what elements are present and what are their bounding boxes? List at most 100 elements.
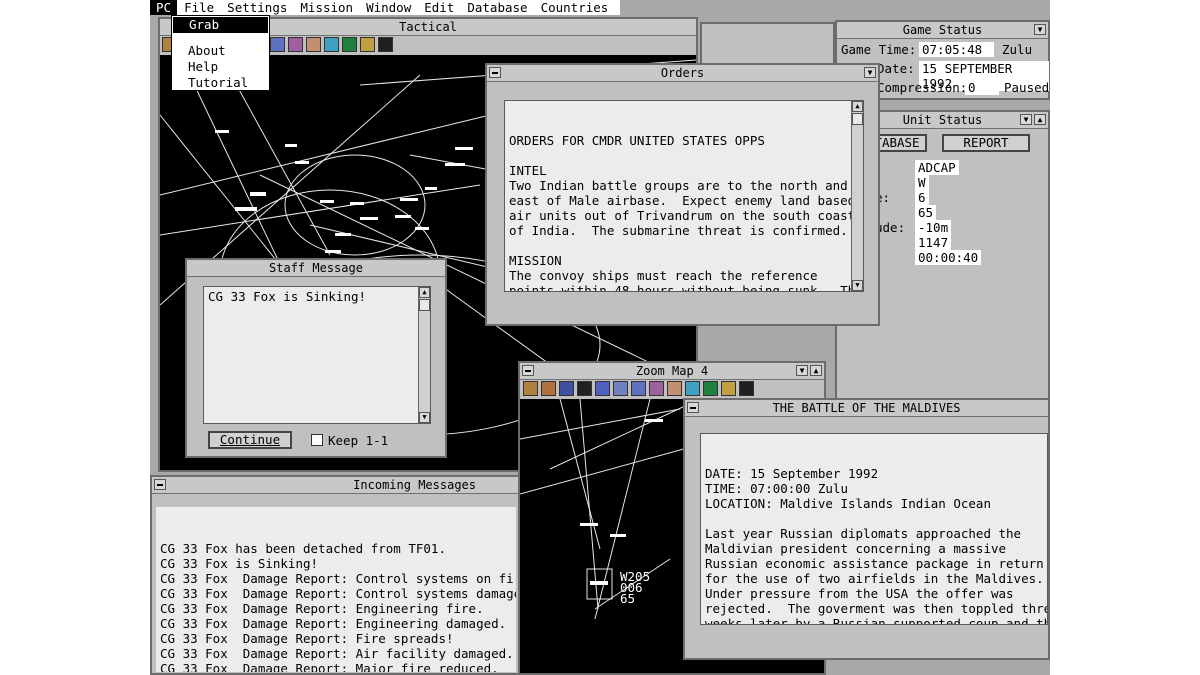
scroll-thumb[interactable] — [419, 299, 430, 311]
scroll-up-icon[interactable]: ▲ — [419, 287, 430, 298]
aircraft-icon[interactable] — [324, 37, 339, 52]
orders-line: The convoy ships must reach the referenc… — [509, 268, 818, 283]
time-zone: Zulu — [1002, 42, 1033, 57]
unit-value-6: 1147 — [915, 235, 952, 250]
zoom-map-title: Zoom Map 4 — [635, 364, 709, 378]
incoming-message-item: CG 33 Fox Damage Report: Control systems… — [160, 571, 516, 586]
unit-value-weapon: ADCAP — [915, 160, 959, 175]
incoming-title-bar[interactable]: Incoming Messages — [152, 477, 518, 494]
continue-button[interactable]: Continue — [208, 431, 292, 449]
menu-item-tutorial[interactable]: Tutorial — [172, 75, 269, 91]
menu-edit[interactable]: Edit — [418, 0, 460, 15]
center-icon[interactable] — [577, 381, 592, 396]
battle-text-line: rejected. The goverment was then toppled… — [705, 601, 1048, 616]
menu-pc[interactable]: PC — [150, 0, 178, 15]
bars-icon[interactable] — [360, 37, 375, 52]
chevron-down-icon[interactable]: ▼ — [796, 365, 808, 376]
unit-icon[interactable] — [306, 37, 321, 52]
battle-text-line: Russian economic assistance package in r… — [705, 556, 1044, 571]
game-time-value: 07:05:48 — [919, 42, 994, 57]
menu-settings[interactable]: Settings — [221, 0, 293, 15]
incoming-message-item: CG 33 Fox has been detached from TF01. — [160, 541, 446, 556]
battle-text-line: TIME: 07:00:00 Zulu — [705, 481, 848, 496]
orders-line: Two Indian battle groups are to the nort… — [509, 178, 848, 193]
incoming-message-item: CG 33 Fox Damage Report: Engineering dam… — [160, 616, 507, 631]
battle-text-line: for the use of two airfields in the Mald… — [705, 571, 1044, 586]
compression-value[interactable]: 0 — [965, 80, 999, 95]
staff-message-title: Staff Message — [269, 261, 363, 275]
system-menu-icon[interactable] — [154, 479, 166, 490]
game-time-label: Game Time: — [841, 42, 917, 57]
system-menu-icon[interactable] — [489, 67, 501, 78]
zoom-map-toolbar — [520, 380, 824, 398]
orders-line: east of Male airbase. Expect enemy land … — [509, 193, 856, 208]
layer-icon[interactable] — [270, 37, 285, 52]
incoming-message-item: CG 33 Fox is Sinking! — [160, 556, 319, 571]
unit-status-title: Unit Status — [902, 113, 983, 127]
system-menu-icon[interactable] — [522, 365, 534, 376]
scroll-thumb[interactable] — [852, 113, 863, 125]
scroll-down-icon[interactable]: ▼ — [852, 280, 863, 291]
menu-item-grab-screen[interactable]: Grab Screen — [173, 17, 268, 48]
tactical-title: Tactical — [399, 20, 457, 34]
paused-state: Paused — [1004, 80, 1050, 95]
chevron-down-icon[interactable]: ▼ — [864, 67, 876, 78]
game-status-title-bar[interactable]: Game Status — [837, 22, 1048, 39]
layer-icon[interactable] — [631, 381, 646, 396]
diamond-icon[interactable] — [378, 37, 393, 52]
report-button[interactable]: REPORT — [942, 134, 1030, 152]
game-status-title: Game Status — [902, 23, 983, 37]
battle-text-line: LOCATION: Maldive Islands Indian Ocean — [705, 496, 991, 511]
mask-icon[interactable] — [649, 381, 664, 396]
menu-item-help[interactable]: Help — [172, 59, 269, 75]
menu-window[interactable]: Window — [360, 0, 417, 15]
chevron-down-icon[interactable]: ▼ — [1034, 24, 1046, 35]
orders-line: of India. The submarine threat is confir… — [509, 223, 848, 238]
orders-line: INTEL — [509, 163, 547, 178]
battle-title: THE BATTLE OF THE MALDIVES — [772, 401, 961, 415]
scroll-down-icon[interactable]: ▼ — [419, 412, 430, 423]
menu-countries[interactable]: Countries — [535, 0, 615, 15]
incoming-message-item: CG 33 Fox Damage Report: Fire spreads! — [160, 631, 454, 646]
mask-icon[interactable] — [288, 37, 303, 52]
range-icon[interactable] — [613, 381, 628, 396]
compression-label: Compression: — [877, 80, 968, 95]
orders-title-bar[interactable]: Orders — [487, 65, 878, 82]
battle-text-line: Under pressure from the USA the offer wa… — [705, 586, 1014, 601]
magnify-icon[interactable] — [559, 381, 574, 396]
staff-message-panel: CG 33 Fox is Sinking! — [203, 286, 431, 424]
menu-mission[interactable]: Mission — [294, 0, 359, 15]
date-label: Date: — [877, 61, 915, 76]
battle-title-bar[interactable]: THE BATTLE OF THE MALDIVES — [685, 400, 1048, 417]
radar-icon[interactable] — [703, 381, 718, 396]
system-menu-icon[interactable] — [687, 402, 699, 413]
zoom-map-title-bar[interactable]: Zoom Map 4 — [520, 363, 824, 380]
battle-text-line: DATE: 15 September 1992 — [705, 466, 879, 481]
menu-file[interactable]: File — [178, 0, 220, 15]
staff-message-title-bar[interactable]: Staff Message — [187, 260, 445, 277]
orders-title: Orders — [660, 66, 705, 80]
orders-line — [509, 238, 859, 253]
diamond-icon[interactable] — [739, 381, 754, 396]
keep-checkbox[interactable] — [311, 434, 323, 446]
incoming-title: Incoming Messages — [353, 478, 476, 492]
aircraft-icon[interactable] — [685, 381, 700, 396]
chevron-up-icon[interactable]: ▲ — [810, 365, 822, 376]
menu-item-about[interactable]: About — [172, 43, 269, 59]
incoming-lines: CG 33 Fox has been detached from TF01. CG… — [160, 541, 516, 672]
grid-icon[interactable] — [595, 381, 610, 396]
orders-line: air units out of Trivandrum on the south… — [509, 208, 856, 223]
chevron-down-icon[interactable]: ▼ — [1020, 114, 1032, 125]
orders-scrollbar[interactable]: ▲ ▼ — [851, 101, 863, 291]
zoom-in-icon[interactable] — [523, 381, 538, 396]
menu-database[interactable]: Database — [461, 0, 533, 15]
staff-message-scrollbar[interactable]: ▲ ▼ — [418, 287, 430, 423]
bars-icon[interactable] — [721, 381, 736, 396]
battle-text-panel: DATE: 15 September 1992 TIME: 07:00:00 Zu… — [700, 433, 1048, 625]
unit-value-side: W — [915, 175, 929, 190]
zoom-out-icon[interactable] — [541, 381, 556, 396]
unit-icon[interactable] — [667, 381, 682, 396]
chevron-up-icon[interactable]: ▲ — [1034, 114, 1046, 125]
scroll-up-icon[interactable]: ▲ — [852, 101, 863, 112]
radar-icon[interactable] — [342, 37, 357, 52]
